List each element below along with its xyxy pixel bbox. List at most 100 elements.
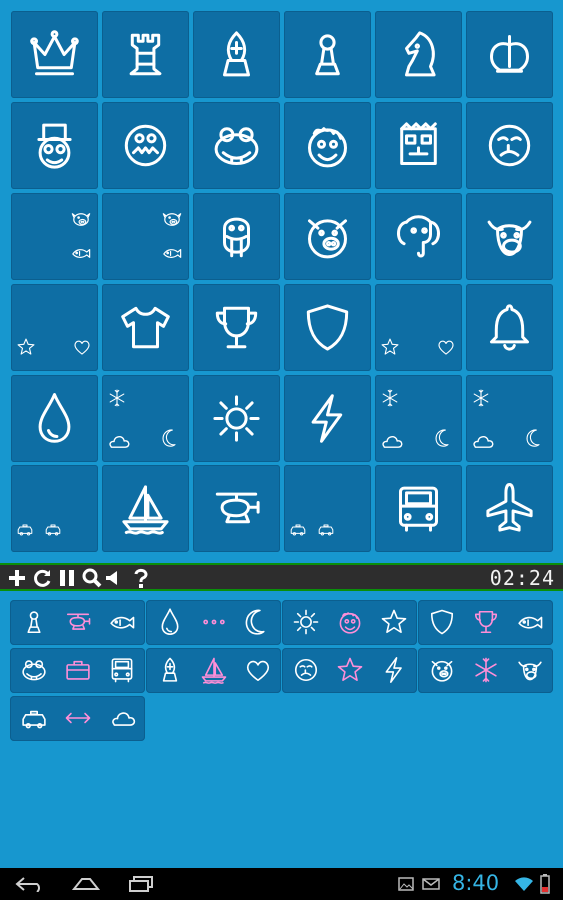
- cloud-icon: [109, 436, 130, 448]
- board-tile[interactable]: [193, 465, 280, 552]
- board-tile[interactable]: [284, 284, 371, 371]
- board-tile[interactable]: [193, 375, 280, 462]
- board-tile[interactable]: [11, 102, 98, 189]
- board-tile[interactable]: [11, 375, 98, 462]
- board-tile[interactable]: [102, 284, 189, 371]
- tile-icons: [124, 124, 167, 167]
- curly-face-icon: [339, 612, 361, 634]
- tile-icons: [122, 485, 169, 535]
- helicopter-icon: [66, 613, 91, 630]
- tile-icons: [37, 123, 72, 169]
- board-tile[interactable]: [375, 193, 462, 280]
- tile-icons: [488, 124, 531, 167]
- board-tile[interactable]: [193, 11, 280, 98]
- board-tile[interactable]: [466, 193, 553, 280]
- board-tile[interactable]: [102, 102, 189, 189]
- board-tile[interactable]: [102, 11, 189, 98]
- match-group[interactable]: [282, 600, 417, 645]
- taxi-icon: [22, 710, 46, 729]
- board-tile[interactable]: [102, 375, 189, 462]
- star-icon: [17, 338, 35, 355]
- bolt-icon: [311, 394, 343, 443]
- board-tile[interactable]: [466, 11, 553, 98]
- rook-icon: [129, 33, 162, 76]
- recent-apps-icon[interactable]: [128, 875, 156, 893]
- shield-icon: [430, 609, 454, 635]
- help-icon[interactable]: [131, 567, 151, 589]
- back-icon[interactable]: [14, 876, 44, 892]
- match-group[interactable]: [282, 648, 417, 693]
- frog-icon: [214, 127, 259, 166]
- refresh-icon[interactable]: [31, 567, 53, 589]
- board-tile[interactable]: [284, 102, 371, 189]
- taxi-icon: [17, 524, 33, 536]
- tile-icons: [215, 492, 260, 524]
- board-tile[interactable]: [11, 193, 98, 280]
- sad-face-icon: [294, 658, 318, 682]
- cloud-icon: [112, 712, 136, 726]
- bus-icon: [111, 658, 133, 683]
- shirt-icon: [121, 306, 170, 349]
- tile-icons: [223, 31, 251, 77]
- match-group[interactable]: [418, 648, 553, 693]
- wifi-icon: [515, 877, 533, 891]
- volume-icon[interactable]: [103, 567, 121, 589]
- cloud-icon: [382, 436, 403, 448]
- board-tile[interactable]: [375, 11, 462, 98]
- match-group[interactable]: [146, 648, 281, 693]
- match-group[interactable]: [146, 600, 281, 645]
- tile-icons: [109, 389, 176, 448]
- taxi-icon: [45, 524, 61, 536]
- board-tile[interactable]: [466, 284, 553, 371]
- zoom-icon[interactable]: [81, 567, 103, 589]
- board-tile[interactable]: [284, 193, 371, 280]
- board-tile[interactable]: [193, 193, 280, 280]
- board-tile[interactable]: [284, 375, 371, 462]
- fish-icon: [163, 249, 182, 258]
- board-tile[interactable]: [11, 465, 98, 552]
- bishop-icon: [223, 31, 251, 77]
- board-tile[interactable]: [102, 465, 189, 552]
- sun-icon: [293, 609, 319, 635]
- board-tile[interactable]: [375, 375, 462, 462]
- board-tile[interactable]: [375, 465, 462, 552]
- sad-face-icon: [488, 124, 531, 167]
- king-icon: [490, 35, 530, 73]
- match-groups: [0, 596, 563, 856]
- pig-icon: [431, 660, 453, 682]
- status-clock: 8:40: [452, 871, 500, 895]
- match-group[interactable]: [418, 600, 553, 645]
- home-icon[interactable]: [72, 875, 100, 893]
- tile-icons: [223, 217, 251, 258]
- star-icon: [337, 657, 363, 682]
- board-tile[interactable]: [375, 284, 462, 371]
- board-tile[interactable]: [11, 11, 98, 98]
- tile-icons: [162, 213, 182, 258]
- match-group[interactable]: [10, 648, 145, 693]
- tile-icons: [17, 524, 61, 536]
- pause-icon[interactable]: [56, 567, 78, 589]
- board-tile[interactable]: [466, 102, 553, 189]
- pawn-icon: [27, 611, 41, 634]
- fish-icon: [110, 616, 135, 629]
- snowflake-icon: [382, 389, 398, 407]
- tile-icons: [215, 306, 258, 349]
- board-tile[interactable]: [102, 193, 189, 280]
- board-tile[interactable]: [466, 375, 553, 462]
- board-tile[interactable]: [466, 465, 553, 552]
- board-tile[interactable]: [284, 11, 371, 98]
- heart-icon: [246, 660, 270, 682]
- bull-icon: [518, 661, 542, 681]
- board-tile[interactable]: [284, 465, 371, 552]
- board-tile[interactable]: [193, 284, 280, 371]
- add-icon[interactable]: [6, 567, 28, 589]
- match-group[interactable]: [10, 696, 145, 741]
- match-group[interactable]: [10, 600, 145, 645]
- tile-icons: [473, 389, 540, 448]
- board-tile[interactable]: [11, 284, 98, 371]
- knight-icon: [405, 31, 436, 77]
- tile-icons: [400, 122, 437, 166]
- board-tile[interactable]: [193, 102, 280, 189]
- board-tile[interactable]: [375, 102, 462, 189]
- fish-icon: [518, 616, 543, 629]
